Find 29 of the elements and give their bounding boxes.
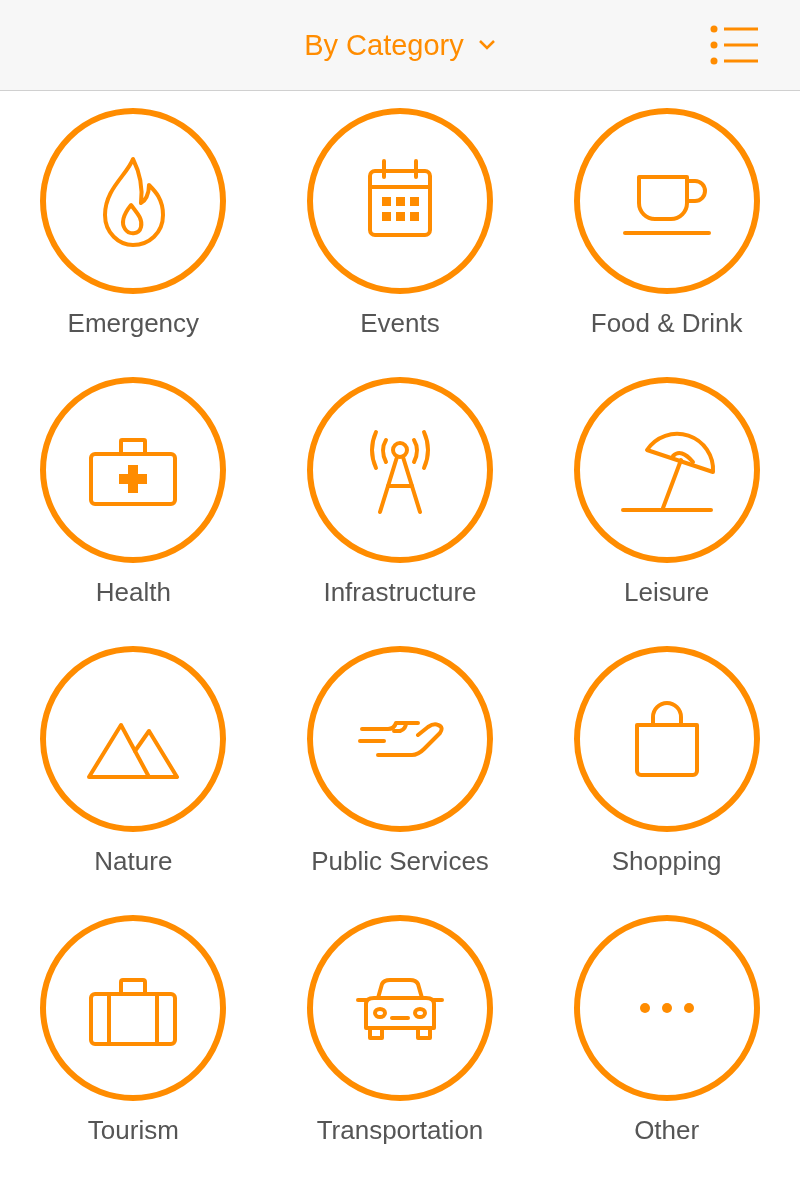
category-button[interactable] <box>307 108 493 294</box>
category-button[interactable] <box>573 915 760 1101</box>
category-label: Leisure <box>624 577 710 607</box>
more-icon <box>637 1001 696 1015</box>
category-button[interactable] <box>573 108 760 294</box>
category-label: Infrastructure <box>323 577 477 607</box>
list-icon[interactable] <box>710 25 760 65</box>
category-button[interactable] <box>307 377 493 563</box>
category-button[interactable] <box>307 915 493 1101</box>
category-label: Health <box>95 577 171 607</box>
chevron-down-icon <box>477 39 496 51</box>
category-label: Food & Drink <box>590 308 743 338</box>
category-label: Emergency <box>67 308 200 338</box>
category-button[interactable] <box>40 915 227 1101</box>
category-label: Tourism <box>87 1115 179 1145</box>
category-button[interactable] <box>307 646 493 832</box>
category-label: Transportation <box>316 1115 484 1145</box>
hand-icon <box>356 719 444 759</box>
category-button[interactable] <box>40 646 227 832</box>
category-label: Public Services <box>311 846 489 876</box>
category-label: Other <box>634 1115 700 1145</box>
category-label: Nature <box>94 846 173 876</box>
category-label: Events <box>360 308 440 338</box>
category-button[interactable] <box>573 377 760 563</box>
category-button[interactable] <box>40 108 227 294</box>
category-dropdown[interactable]: By Category <box>296 24 504 66</box>
category-button[interactable] <box>573 646 760 832</box>
category-button[interactable] <box>40 377 227 563</box>
category-label: Shopping <box>611 846 722 876</box>
